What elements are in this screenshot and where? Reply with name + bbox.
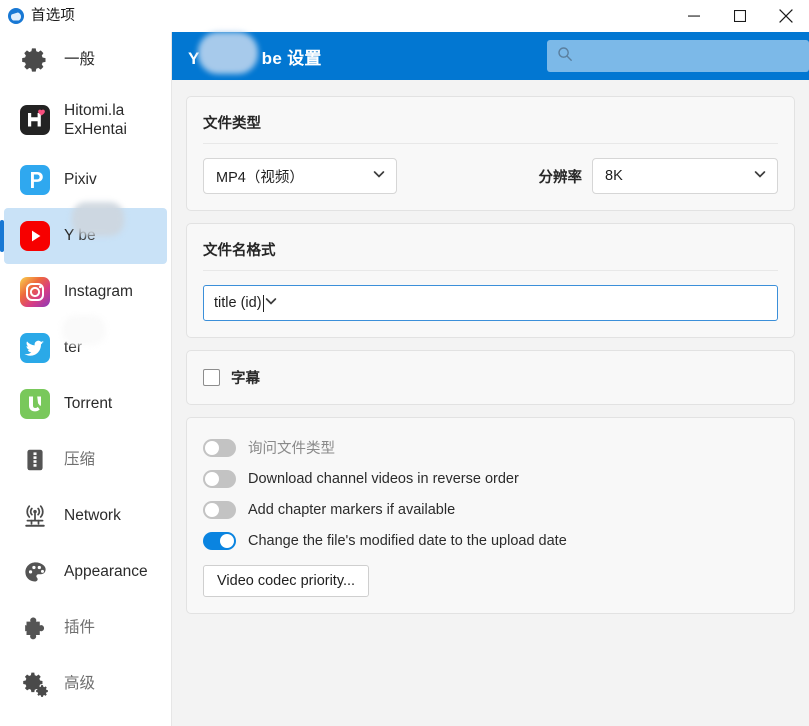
toggle-label: Add chapter markers if available xyxy=(248,501,456,518)
sidebar-item-label: 一般 xyxy=(64,51,96,69)
sidebar-item-label: Appearance xyxy=(64,563,148,581)
filename-format-value: title (id) xyxy=(214,295,262,311)
search-icon xyxy=(557,46,573,67)
redaction-overlay xyxy=(198,31,258,74)
minimize-button[interactable] xyxy=(671,0,717,32)
sidebar-item-label: Hitomi.la ExHentai xyxy=(64,101,127,138)
toggle-ask-file-type[interactable] xyxy=(203,438,236,457)
chevron-down-icon xyxy=(372,167,386,185)
resolution-select[interactable]: 8K xyxy=(592,158,778,194)
panel-header: Ybe 设置 xyxy=(172,31,809,80)
sidebar-item-appearance[interactable]: Appearance xyxy=(4,544,167,600)
minimize-icon xyxy=(688,15,700,17)
toggle-row-ask-file-type[interactable]: 询问文件类型 xyxy=(203,432,778,463)
sidebar-item-network[interactable]: Network xyxy=(4,488,167,544)
subtitle-label: 字幕 xyxy=(231,371,260,387)
toggle-knob xyxy=(205,502,219,517)
twitter-icon xyxy=(18,331,52,365)
window-titlebar: 首选项 xyxy=(0,0,809,32)
subtitle-checkbox[interactable] xyxy=(203,369,220,386)
toggle-knob xyxy=(205,440,219,455)
subtitle-checkbox-row[interactable]: 字幕 xyxy=(187,351,794,404)
gear-icon xyxy=(18,43,52,77)
sidebar-item-torrent[interactable]: Torrent xyxy=(4,376,167,432)
options-card: 询问文件类型 Download channel videos in revers… xyxy=(186,417,795,614)
toggle-knob xyxy=(220,533,234,548)
toggle-label: Download channel videos in reverse order xyxy=(248,470,519,487)
toggle-label: Change the file's modified date to the u… xyxy=(248,532,567,549)
youtube-icon xyxy=(18,219,52,253)
pixiv-icon xyxy=(18,163,52,197)
sidebar-item-youtube[interactable]: Y be xyxy=(0,201,167,265)
toggle-knob xyxy=(205,471,219,486)
toggle-row-chapter-markers[interactable]: Add chapter markers if available xyxy=(203,494,778,525)
page-title-suffix: be 设置 xyxy=(261,48,322,68)
sidebar-item-label: Pixiv xyxy=(64,171,97,189)
sidebar-item-twitter[interactable]: ter xyxy=(4,314,167,377)
subtitle-card: 字幕 xyxy=(186,350,795,405)
sidebar-item-label: 压缩 xyxy=(64,451,96,469)
filename-format-combobox[interactable]: title (id) xyxy=(203,285,778,321)
window-controls xyxy=(671,0,809,32)
window-title: 首选项 xyxy=(31,8,76,24)
video-codec-priority-button[interactable]: Video codec priority... xyxy=(203,565,370,597)
toggle-row-reverse-order[interactable]: Download channel videos in reverse order xyxy=(203,463,778,494)
search-input[interactable] xyxy=(573,41,809,71)
page-title: Ybe 设置 xyxy=(188,31,322,74)
instagram-icon xyxy=(18,275,52,309)
sidebar-item-label: Network xyxy=(64,507,121,525)
maximize-icon xyxy=(734,10,746,22)
sidebar-item-archive[interactable]: 压缩 xyxy=(4,432,167,488)
sidebar-item-label: 高级 xyxy=(64,675,96,693)
filetype-card-title: 文件类型 xyxy=(203,116,261,132)
hitomi-icon xyxy=(18,103,52,137)
toggle-modified-date[interactable] xyxy=(203,531,236,550)
maximize-button[interactable] xyxy=(717,0,763,32)
archive-icon xyxy=(18,443,52,477)
close-button[interactable] xyxy=(763,0,809,32)
sidebar-item-instagram[interactable]: Instagram xyxy=(4,264,167,320)
sidebar-item-advanced[interactable]: 高级 xyxy=(4,656,167,712)
sidebar-item-label: Torrent xyxy=(64,395,113,413)
sidebar-item-label: Y be xyxy=(64,201,124,265)
sidebar-item-hitomi-exhentai[interactable]: Hitomi.la ExHentai xyxy=(4,88,167,152)
search-box[interactable] xyxy=(547,40,809,72)
redaction-overlay xyxy=(72,201,124,236)
toggle-chapter-markers[interactable] xyxy=(203,500,236,519)
filename-card-title: 文件名格式 xyxy=(203,243,276,259)
palette-icon xyxy=(18,555,52,589)
filetype-select-value: MP4（视频） xyxy=(216,169,304,186)
filetype-card: 文件类型 MP4（视频） 分辨率 8K xyxy=(186,96,795,211)
chevron-down-icon[interactable] xyxy=(264,294,278,313)
sidebar-item-general[interactable]: 一般 xyxy=(4,32,167,88)
close-icon xyxy=(779,9,793,23)
filename-card: 文件名格式 title (id) xyxy=(186,223,795,338)
redaction-overlay xyxy=(62,314,106,345)
resolution-label: 分辨率 xyxy=(538,169,583,186)
network-icon xyxy=(18,499,52,533)
resolution-select-value: 8K xyxy=(605,168,623,184)
sidebar-item-label: ter xyxy=(62,314,106,377)
main-panel: Ybe 设置 文件类型 MP4（视频） 分辨率 8K 文件名格式 title (… xyxy=(172,31,809,726)
sidebar-item-label: Instagram xyxy=(64,283,133,301)
toggle-row-modified-date[interactable]: Change the file's modified date to the u… xyxy=(203,525,778,556)
torrent-icon xyxy=(18,387,52,421)
gears-icon xyxy=(18,667,52,701)
filetype-select[interactable]: MP4（视频） xyxy=(203,158,397,194)
sidebar: 一般 Hitomi.la ExHentai Pixiv Y be Instagr… xyxy=(0,32,172,726)
toggle-label: 询问文件类型 xyxy=(248,441,335,457)
chevron-down-icon xyxy=(753,167,767,185)
sidebar-item-label: 插件 xyxy=(64,619,96,637)
settings-content: 文件类型 MP4（视频） 分辨率 8K 文件名格式 title (id) 字幕 … xyxy=(172,80,809,614)
sidebar-item-plugins[interactable]: 插件 xyxy=(4,600,167,656)
puzzle-icon xyxy=(18,611,52,645)
app-circle-icon xyxy=(8,8,24,24)
toggle-reverse-order[interactable] xyxy=(203,469,236,488)
sidebar-item-pixiv[interactable]: Pixiv xyxy=(4,152,167,208)
